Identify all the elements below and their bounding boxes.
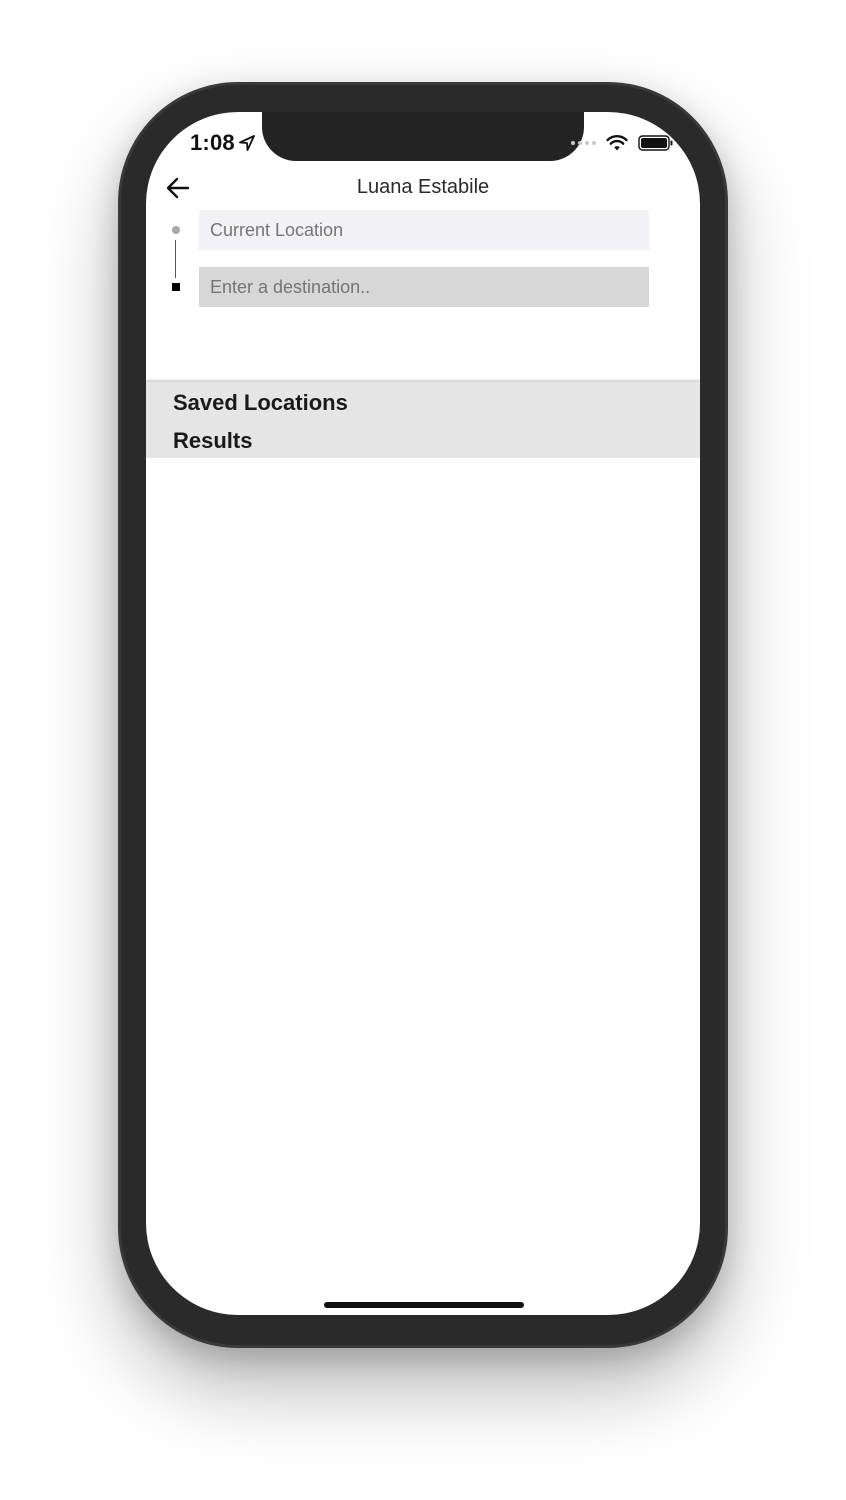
- origin-dot-icon: [172, 226, 180, 234]
- route-line: [175, 240, 176, 278]
- location-arrow-icon: [239, 135, 255, 151]
- device-screen: 1:08 Luana Estabile Current Location Ent…: [146, 112, 700, 1315]
- section-header-group: Saved Locations Results: [146, 382, 700, 458]
- results-header: Results: [173, 428, 253, 453]
- stage: 1:08 Luana Estabile Current Location Ent…: [0, 0, 846, 1500]
- signal-dots-icon: [571, 141, 596, 145]
- navigation-bar: Luana Estabile: [146, 168, 700, 208]
- route-indicator: [170, 224, 182, 294]
- destination-input[interactable]: [199, 267, 649, 307]
- status-time: 1:08: [190, 130, 235, 155]
- page-title: Luana Estabile: [356, 176, 490, 198]
- home-indicator[interactable]: [324, 1302, 524, 1308]
- wifi-icon: [606, 135, 628, 151]
- saved-locations-header: Saved Locations: [173, 390, 348, 415]
- origin-input[interactable]: [199, 210, 649, 250]
- battery-icon: [638, 135, 673, 151]
- destination-square-icon: [172, 283, 180, 291]
- device-notch: [262, 112, 584, 161]
- status-icons: [571, 134, 674, 152]
